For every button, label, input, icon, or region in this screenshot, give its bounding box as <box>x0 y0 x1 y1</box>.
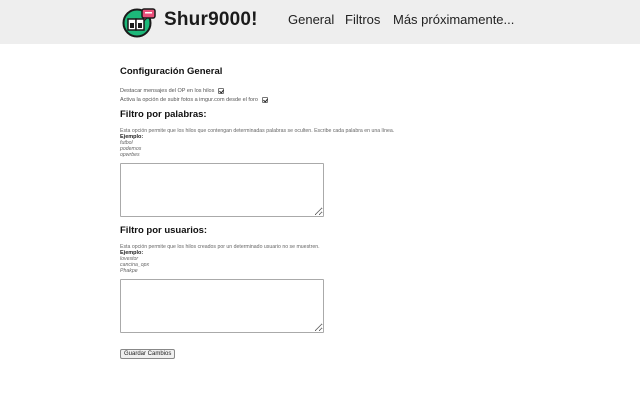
option-imgur-upload-label: Activa la opción de subir fotos a imgur.… <box>120 96 258 103</box>
top-bar: Shur9000! General Filtros Más próximamen… <box>0 0 640 44</box>
main-nav: General Filtros Más próximamente... <box>0 12 640 32</box>
option-highlight-op-label: Destacar mensajes del OP en los hilos <box>120 87 215 94</box>
user-filter-title: Filtro por usuarios: <box>120 225 208 236</box>
user-filter-textarea[interactable] <box>120 279 324 333</box>
general-settings-title: Configuración General <box>120 66 223 77</box>
option-highlight-op: Destacar mensajes del OP en los hilos <box>120 86 480 95</box>
nav-general[interactable]: General <box>288 12 334 27</box>
word-filter-title: Filtro por palabras: <box>120 109 207 120</box>
nav-filtros[interactable]: Filtros <box>345 12 380 27</box>
option-imgur-upload: Activa la opción de subir fotos a imgur.… <box>120 95 480 104</box>
word-filter-textarea[interactable] <box>120 163 324 217</box>
save-changes-button[interactable]: Guardar Cambios <box>120 349 176 359</box>
nav-coming-soon[interactable]: Más próximamente... <box>393 12 514 27</box>
option-highlight-op-checkbox[interactable] <box>218 87 225 94</box>
settings-content: Configuración General Destacar mensajes … <box>120 66 480 360</box>
option-imgur-upload-checkbox[interactable] <box>261 96 268 103</box>
